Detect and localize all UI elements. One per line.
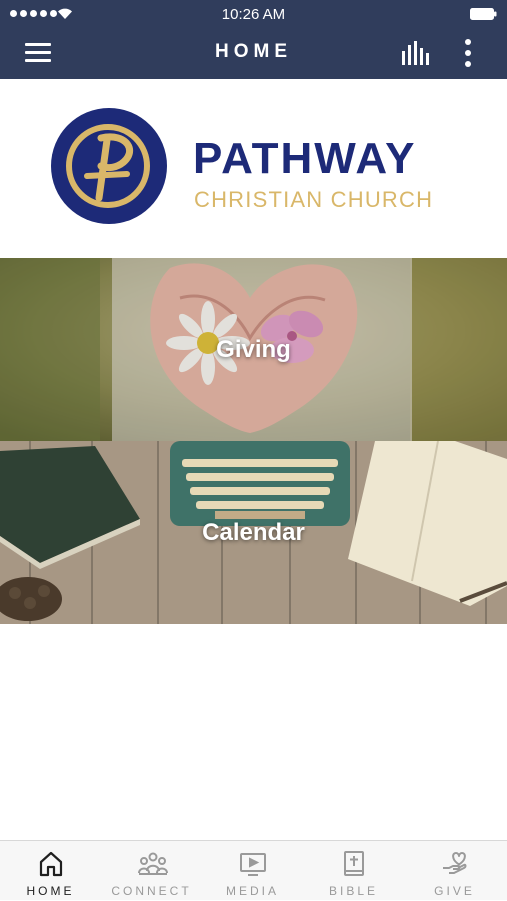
calendar-tile[interactable]: Calendar — [0, 441, 507, 624]
tab-home[interactable]: HOME — [0, 841, 101, 901]
church-logo: PATHWAY CHRISTIAN CHURCH — [0, 79, 507, 258]
tab-connect-label: CONNECT — [111, 884, 192, 898]
status-time: 10:26 AM — [221, 6, 286, 23]
tab-connect[interactable]: CONNECT — [101, 841, 202, 901]
tab-give-label: GIVE — [434, 884, 475, 898]
status-bar: 10:26 AM — [0, 0, 507, 28]
tab-media[interactable]: MEDIA — [202, 841, 303, 901]
giving-tile-label: Giving — [216, 336, 291, 363]
nav-row: HOME — [0, 28, 507, 79]
pathway-logo-mark-icon — [51, 108, 167, 224]
home-icon — [39, 851, 63, 877]
tab-media-label: MEDIA — [225, 884, 279, 898]
tab-home-label: HOME — [26, 884, 75, 898]
people-icon — [138, 852, 168, 875]
tab-give[interactable]: GIVE — [404, 841, 505, 901]
top-bar: 10:26 AM HOME — [0, 0, 507, 79]
play-screen-icon — [240, 853, 266, 876]
bottom-tab-bar: HOME CONNECT MEDIA BIBLE GIVE — [0, 840, 507, 900]
bible-icon — [344, 851, 364, 876]
give-heart-icon — [443, 852, 467, 874]
giving-tile[interactable]: Giving — [0, 258, 507, 441]
calendar-tile-label: Calendar — [202, 519, 305, 546]
more-options-icon[interactable] — [457, 37, 479, 69]
logo-name: PATHWAY — [193, 134, 417, 183]
tab-bible[interactable]: BIBLE — [303, 841, 404, 901]
tab-bible-label: BIBLE — [328, 884, 379, 898]
battery-icon — [470, 8, 497, 20]
audio-bars-icon[interactable] — [399, 39, 431, 67]
logo-subtitle: CHRISTIAN CHURCH — [194, 187, 434, 212]
